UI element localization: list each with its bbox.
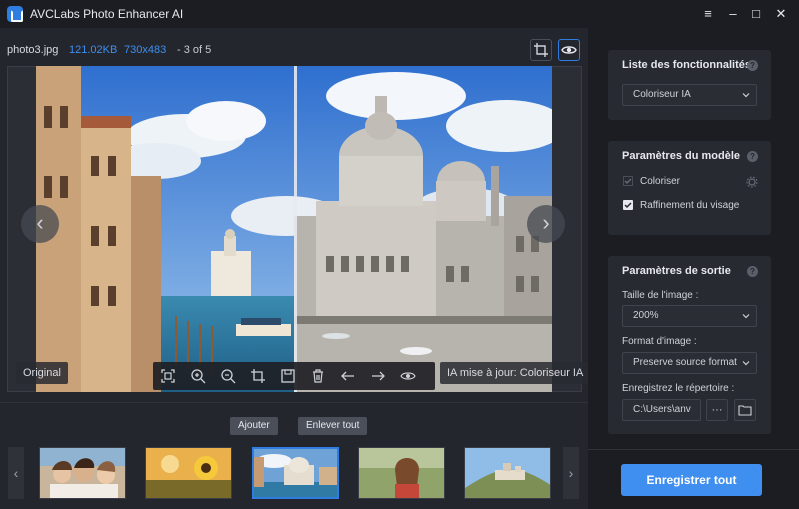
help-icon[interactable]: ? bbox=[747, 60, 758, 71]
file-dimensions: 730x483 bbox=[124, 44, 167, 56]
crop-button[interactable] bbox=[530, 39, 552, 61]
file-size: 121.02KB bbox=[69, 44, 118, 56]
save-directory-label: Enregistrez le répertoire : bbox=[622, 383, 735, 394]
thumbnail-sunflower[interactable] bbox=[145, 447, 232, 499]
zoom-out-button[interactable] bbox=[213, 362, 243, 390]
preview-toggle-button[interactable] bbox=[393, 362, 423, 390]
chevron-down-icon bbox=[742, 314, 750, 319]
crop-tool-button[interactable] bbox=[243, 362, 273, 390]
check-icon bbox=[624, 202, 632, 209]
crop-icon bbox=[251, 369, 265, 383]
remove-all-button[interactable]: Enlever tout bbox=[298, 417, 368, 435]
gear-icon[interactable] bbox=[746, 176, 758, 188]
features-title: Liste des fonctionnalités bbox=[622, 59, 751, 71]
file-position: - 3 of 5 bbox=[177, 44, 212, 56]
minimize-button[interactable]: – bbox=[724, 5, 742, 23]
add-button[interactable]: Ajouter bbox=[230, 417, 278, 435]
colorize-checkbox[interactable] bbox=[623, 176, 633, 186]
thumbnail-group-photo[interactable] bbox=[39, 447, 126, 499]
image-size-label: Taille de l'image : bbox=[622, 290, 699, 301]
image-format-label: Format d'image : bbox=[622, 336, 697, 347]
app-title: AVCLabs Photo Enhancer AI bbox=[30, 7, 184, 21]
original-label: Original bbox=[16, 362, 68, 384]
chevron-down-icon bbox=[742, 93, 750, 98]
check-icon bbox=[624, 178, 632, 184]
thumbnails-next-button[interactable]: › bbox=[563, 447, 579, 499]
image-toolbar bbox=[153, 362, 435, 390]
thumbnail-image bbox=[465, 448, 550, 498]
folder-icon bbox=[738, 405, 752, 416]
enhanced-label: IA mise à jour: Coloriseur IA bbox=[440, 362, 591, 384]
crop-icon bbox=[534, 43, 548, 57]
zoom-in-button[interactable] bbox=[183, 362, 213, 390]
feature-select[interactable]: Coloriseur IA bbox=[622, 84, 757, 106]
arrow-left-icon bbox=[341, 371, 354, 381]
feature-select-value: Coloriseur IA bbox=[633, 89, 691, 100]
compare-split-handle[interactable] bbox=[294, 66, 297, 392]
thumbnail-image bbox=[146, 448, 231, 498]
compare-view-button[interactable] bbox=[558, 39, 580, 61]
eye-icon bbox=[561, 46, 577, 54]
redo-button[interactable] bbox=[363, 362, 393, 390]
zoom-in-icon bbox=[191, 369, 206, 384]
chevron-down-icon bbox=[742, 359, 750, 367]
title-bar: AVCLabs Photo Enhancer AI ≡ – □ ✕ bbox=[0, 0, 799, 28]
model-title: Paramètres du modèle bbox=[622, 150, 740, 162]
divider bbox=[588, 449, 799, 450]
eye-icon bbox=[400, 372, 416, 380]
save-directory-input[interactable]: C:\Users\anv bbox=[622, 399, 701, 421]
save-icon bbox=[281, 369, 295, 383]
image-format-value: Preserve source format bbox=[633, 357, 737, 368]
browse-button[interactable]: ··· bbox=[706, 399, 728, 421]
colorize-label: Coloriser bbox=[640, 176, 681, 187]
fit-screen-icon bbox=[161, 369, 175, 383]
face-refine-label: Raffinement du visage bbox=[640, 200, 740, 211]
save-image-button[interactable] bbox=[273, 362, 303, 390]
thumbnails-prev-button[interactable]: ‹ bbox=[8, 447, 24, 499]
previous-image-button[interactable]: ‹ bbox=[21, 205, 59, 243]
app-logo-icon bbox=[7, 6, 23, 22]
divider bbox=[0, 402, 588, 403]
output-title: Paramètres de sortie bbox=[622, 265, 731, 277]
thumbnail-image bbox=[254, 449, 337, 497]
thumbnail-hill-town[interactable] bbox=[464, 447, 551, 499]
fit-screen-button[interactable] bbox=[153, 362, 183, 390]
thumbnail-image bbox=[40, 448, 125, 498]
face-refine-checkbox[interactable] bbox=[623, 200, 633, 210]
image-size-value: 200% bbox=[633, 310, 659, 321]
open-folder-button[interactable] bbox=[734, 399, 756, 421]
thumbnail-venice-church[interactable] bbox=[252, 447, 339, 499]
image-size-select[interactable]: 200% bbox=[622, 305, 757, 327]
help-icon[interactable]: ? bbox=[747, 151, 758, 162]
delete-button[interactable] bbox=[303, 362, 333, 390]
thumbnail-woman-portrait[interactable] bbox=[358, 447, 445, 499]
thumbnail-image bbox=[359, 448, 444, 498]
image-format-select[interactable]: Preserve source format bbox=[622, 352, 757, 374]
file-name: photo3.jpg bbox=[7, 44, 59, 56]
help-icon[interactable]: ? bbox=[747, 266, 758, 277]
zoom-out-icon bbox=[221, 369, 236, 384]
next-image-button[interactable]: › bbox=[527, 205, 565, 243]
maximize-button[interactable]: □ bbox=[747, 5, 765, 23]
arrow-right-icon bbox=[372, 371, 385, 381]
menu-icon[interactable]: ≡ bbox=[699, 5, 717, 23]
undo-button[interactable] bbox=[333, 362, 363, 390]
save-all-button[interactable]: Enregistrer tout bbox=[621, 464, 762, 496]
close-button[interactable]: ✕ bbox=[772, 5, 790, 23]
delete-icon bbox=[313, 369, 323, 383]
